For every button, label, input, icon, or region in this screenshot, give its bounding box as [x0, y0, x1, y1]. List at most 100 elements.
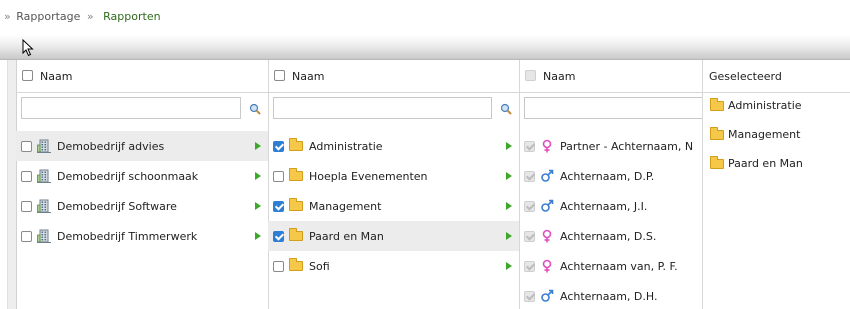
column-header-label: Naam	[292, 70, 325, 83]
folder-icon	[289, 198, 303, 213]
toolbar	[0, 35, 850, 60]
department-label: Administratie	[309, 140, 383, 153]
male-person-icon	[541, 199, 554, 212]
arrow-right-icon[interactable]	[506, 172, 512, 180]
department-label: Management	[309, 200, 382, 213]
breadcrumb-item-rapporten[interactable]: Rapporten	[103, 10, 160, 23]
breadcrumb-item-rapportage[interactable]: Rapportage	[16, 10, 80, 23]
arrow-right-icon[interactable]	[506, 202, 512, 210]
person-row: Partner - Achternaam, N	[519, 131, 702, 161]
department-row[interactable]: Administratie	[268, 131, 519, 161]
folder-icon	[289, 258, 303, 273]
departments-search-input[interactable]	[273, 97, 492, 119]
persons-search-input[interactable]	[524, 97, 702, 119]
selected-column: Geselecteerd Administratie Management Paar…	[703, 60, 850, 309]
folder-icon	[710, 156, 724, 171]
male-person-icon	[541, 169, 554, 182]
select-all-persons-checkbox	[525, 70, 536, 81]
companies-header: Naam	[16, 60, 268, 93]
person-checkbox	[524, 231, 535, 242]
department-row[interactable]: Management	[268, 191, 519, 221]
arrow-right-icon[interactable]	[255, 232, 261, 240]
folder-icon	[289, 228, 303, 243]
companies-column: Naam Demobedrijf advies Demobedrijf schoo…	[16, 60, 269, 309]
person-label: Achternaam, D.H.	[560, 290, 658, 303]
department-checkbox[interactable]	[273, 231, 284, 242]
department-row[interactable]: Hoepla Evenementen	[268, 161, 519, 191]
person-row: Achternaam, D.H.	[519, 281, 702, 309]
person-checkbox	[524, 291, 535, 302]
building-icon	[37, 199, 51, 213]
person-checkbox	[524, 201, 535, 212]
magnifier-icon[interactable]	[249, 103, 261, 115]
selected-item-label: Management	[728, 128, 801, 141]
building-icon	[37, 229, 51, 243]
department-checkbox[interactable]	[273, 201, 284, 212]
company-label: Demobedrijf advies	[57, 140, 165, 153]
departments-header: Naam	[268, 60, 519, 93]
person-row: Achternaam, D.P.	[519, 161, 702, 191]
company-row[interactable]: Demobedrijf advies	[16, 131, 268, 161]
column-header-label: Naam	[543, 70, 576, 83]
department-checkbox[interactable]	[273, 261, 284, 272]
company-label: Demobedrijf Software	[57, 200, 177, 213]
person-row: Achternaam, J.I.	[519, 191, 702, 221]
person-row: Achternaam, D.S.	[519, 221, 702, 251]
female-person-icon	[542, 259, 552, 273]
person-label: Achternaam, D.S.	[560, 230, 657, 243]
company-checkbox[interactable]	[21, 231, 32, 242]
person-label: Achternaam, D.P.	[560, 170, 655, 183]
folder-icon	[710, 98, 724, 113]
selected-item-label: Administratie	[728, 99, 802, 112]
company-row[interactable]: Demobedrijf Timmerwerk	[16, 221, 268, 251]
selected-header-label: Geselecteerd	[709, 70, 782, 83]
departments-column: Naam Administratie Hoepla Evenementen Mana…	[268, 60, 520, 309]
magnifier-icon[interactable]	[500, 103, 512, 115]
company-label: Demobedrijf Timmerwerk	[57, 230, 198, 243]
building-icon	[37, 169, 51, 183]
department-label: Paard en Man	[309, 230, 384, 243]
arrow-right-icon[interactable]	[255, 142, 261, 150]
department-row[interactable]: Sofi	[268, 251, 519, 281]
company-label: Demobedrijf schoonmaak	[57, 170, 199, 183]
department-label: Sofi	[309, 260, 330, 273]
company-checkbox[interactable]	[21, 171, 32, 182]
male-person-icon	[541, 289, 554, 302]
selected-header: Geselecteerd	[703, 60, 850, 93]
person-checkbox	[524, 171, 535, 182]
persons-column: Naam Partner - Achternaam, N Achternaam, …	[519, 60, 703, 309]
folder-icon	[289, 168, 303, 183]
select-all-departments-checkbox[interactable]	[274, 70, 285, 81]
column-header-label: Naam	[40, 70, 73, 83]
mouse-cursor-icon	[22, 39, 34, 57]
person-checkbox	[524, 261, 535, 272]
breadcrumb-separator: »	[4, 10, 11, 23]
building-icon	[37, 139, 51, 153]
company-row[interactable]: Demobedrijf Software	[16, 191, 268, 221]
person-label: Achternaam van, P. F.	[560, 260, 678, 273]
breadcrumb-separator: »	[86, 10, 94, 23]
select-all-companies-checkbox[interactable]	[22, 70, 33, 81]
arrow-right-icon[interactable]	[506, 232, 512, 240]
female-person-icon	[542, 139, 552, 153]
persons-header: Naam	[519, 60, 702, 93]
breadcrumb: » Rapportage » Rapporten	[4, 10, 164, 23]
company-row[interactable]: Demobedrijf schoonmaak	[16, 161, 268, 191]
company-checkbox[interactable]	[21, 201, 32, 212]
arrow-right-icon[interactable]	[506, 262, 512, 270]
department-checkbox[interactable]	[273, 171, 284, 182]
folder-icon	[710, 127, 724, 142]
companies-search-input[interactable]	[21, 97, 241, 119]
selected-item-label: Paard en Man	[728, 157, 803, 170]
department-checkbox[interactable]	[273, 141, 284, 152]
department-row[interactable]: Paard en Man	[268, 221, 519, 251]
female-person-icon	[542, 229, 552, 243]
arrow-right-icon[interactable]	[255, 172, 261, 180]
person-checkbox	[524, 141, 535, 152]
person-row: Achternaam van, P. F.	[519, 251, 702, 281]
folder-icon	[289, 138, 303, 153]
arrow-right-icon[interactable]	[255, 202, 261, 210]
person-label: Achternaam, J.I.	[560, 200, 648, 213]
company-checkbox[interactable]	[21, 141, 32, 152]
arrow-right-icon[interactable]	[506, 142, 512, 150]
